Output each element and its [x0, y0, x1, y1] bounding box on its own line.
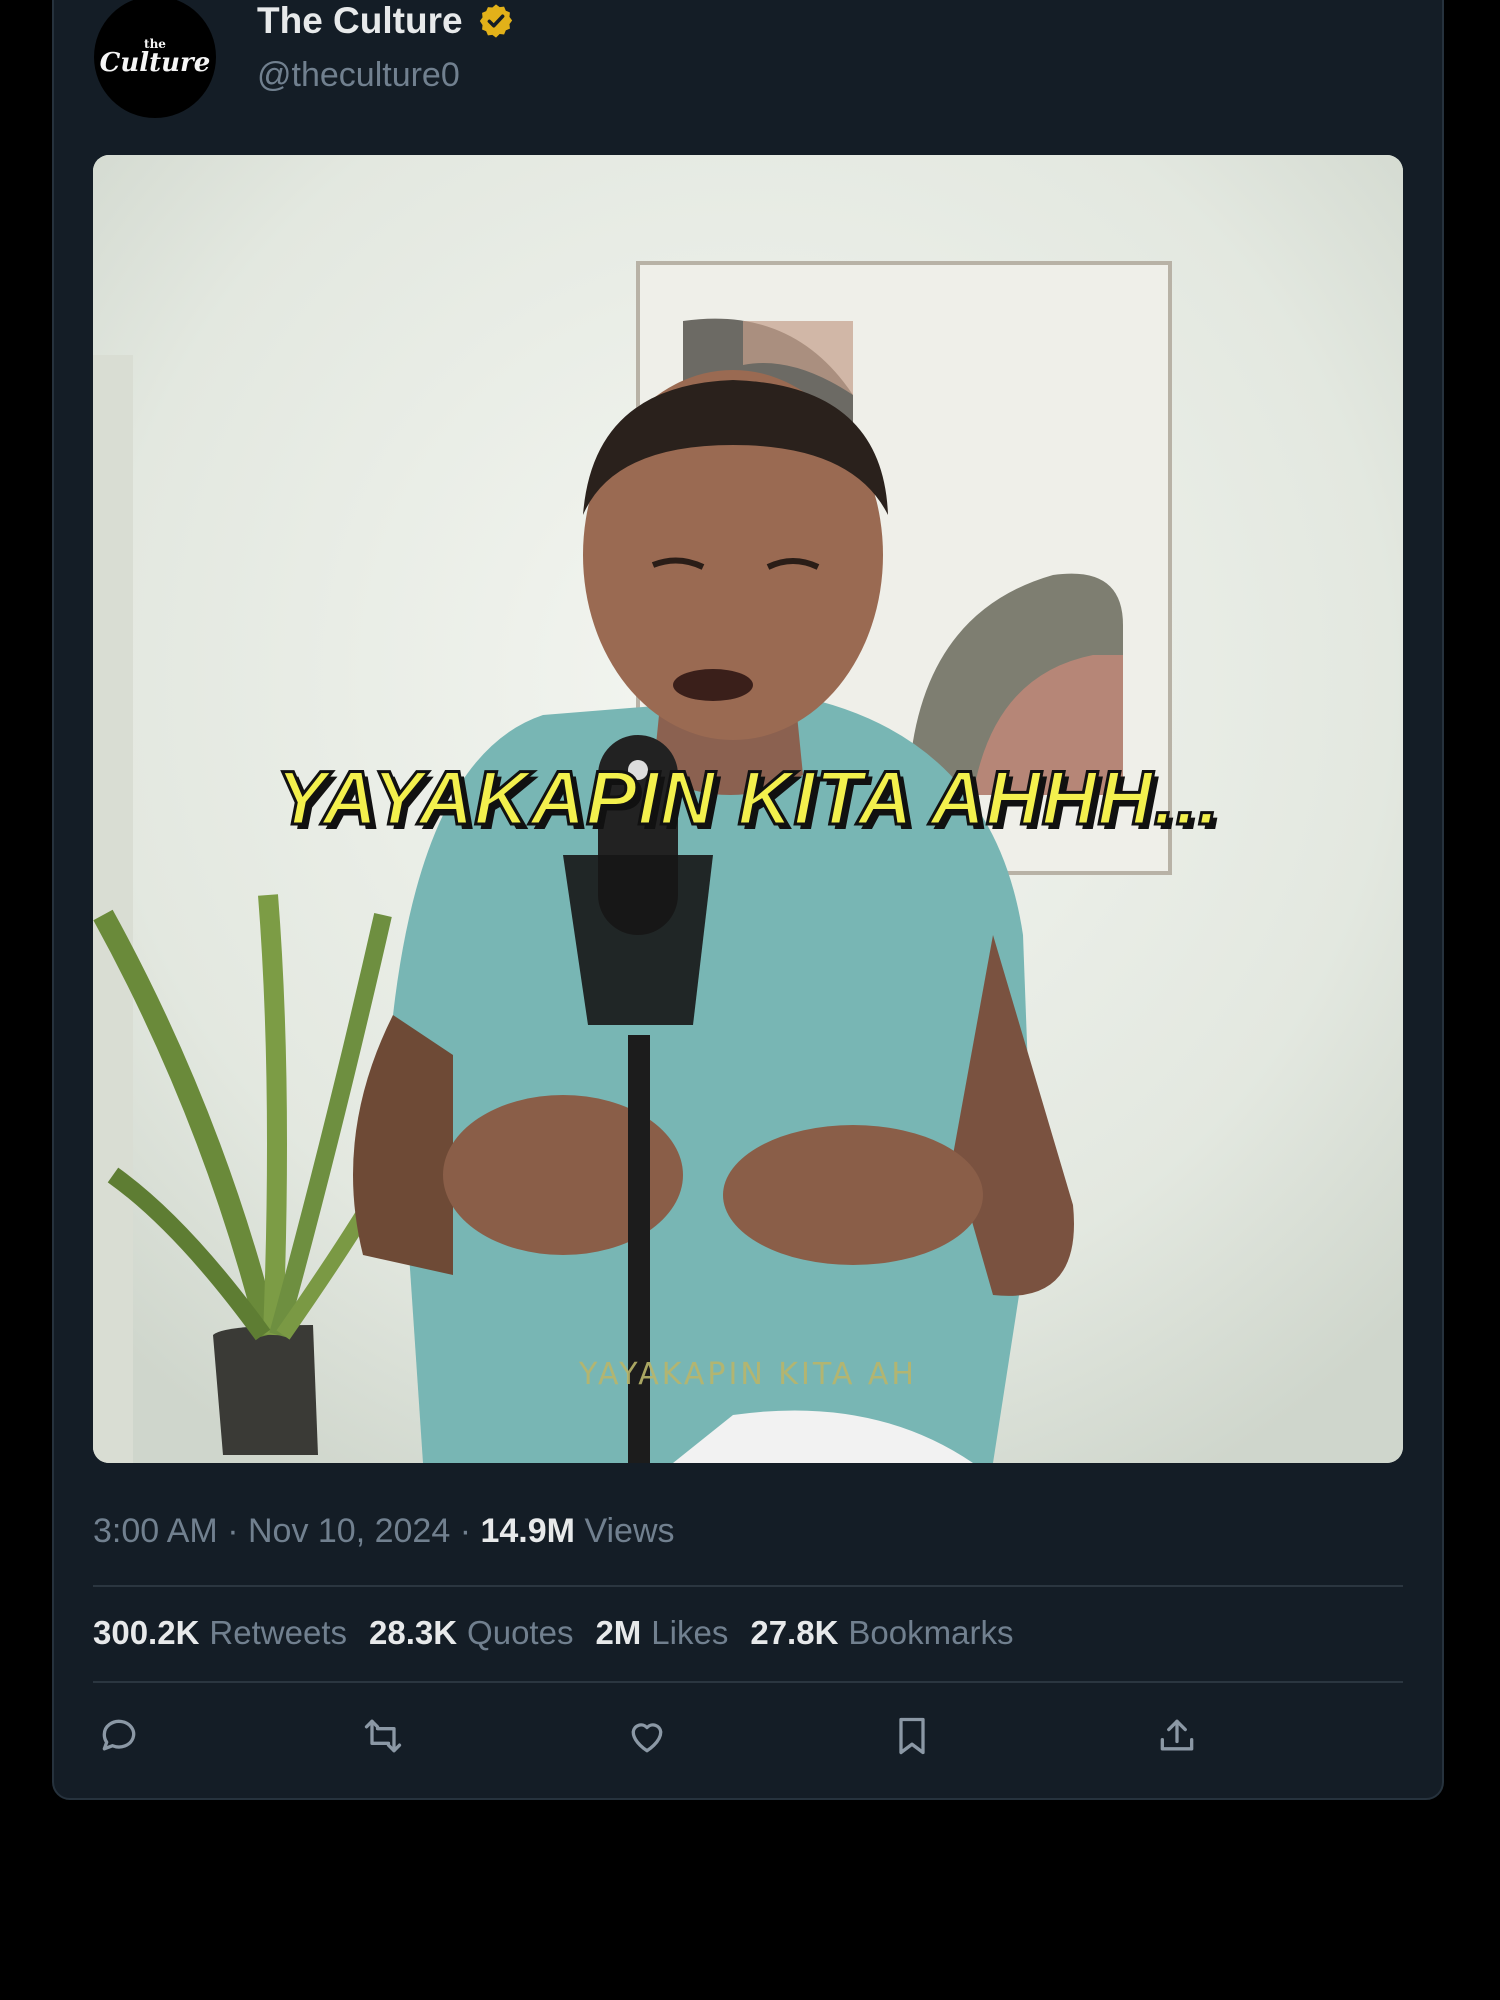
quotes-stat[interactable]: 28.3K Quotes [369, 1614, 573, 1652]
bookmarks-count: 27.8K [750, 1614, 839, 1651]
share-icon [1160, 1719, 1194, 1751]
retweets-count: 300.2K [93, 1614, 200, 1651]
author-display-name[interactable]: The Culture [257, 0, 515, 42]
tweet-stats: 300.2K Retweets 28.3K Quotes 2M Likes 27.8K… [93, 1614, 1013, 1652]
video-caption-sub: YAYAKAPIN KITA AH [579, 1357, 917, 1392]
retweets-label: Retweets [209, 1614, 347, 1651]
tweet-time[interactable]: 3:00 AM [93, 1512, 218, 1550]
divider [93, 1681, 1403, 1683]
quotes-count: 28.3K [368, 1614, 458, 1651]
like-button[interactable] [623, 1712, 671, 1760]
verified-badge-icon [479, 4, 512, 38]
likes-label: Likes [651, 1614, 729, 1651]
author-handle[interactable]: @theculture0 [257, 56, 460, 95]
retweets-stat[interactable]: 300.2K Retweets [93, 1614, 347, 1652]
reply-button[interactable] [95, 1712, 143, 1760]
likes-count: 2M [595, 1614, 642, 1651]
display-name-text: The Culture [257, 0, 463, 41]
divider [93, 1585, 1403, 1587]
quotes-label: Quotes [467, 1614, 574, 1651]
likes-stat[interactable]: 2M Likes [595, 1614, 728, 1652]
avatar[interactable]: the Culture [94, 0, 216, 118]
bookmarks-stat[interactable]: 27.8K Bookmarks [750, 1614, 1013, 1652]
views-count: 14.9M [480, 1512, 575, 1550]
bookmark-icon [899, 1717, 925, 1755]
meta-separator: · [459, 1512, 472, 1550]
share-button[interactable] [1153, 1712, 1201, 1760]
tweet-actions [93, 1712, 1403, 1762]
meta-separator: · [227, 1512, 239, 1550]
tweet-meta: 3:00 AM · Nov 10, 2024 · 14.9M Views [93, 1512, 675, 1551]
bookmarks-label: Bookmarks [848, 1614, 1014, 1651]
views-label: Views [584, 1512, 675, 1550]
like-icon [631, 1723, 663, 1753]
video-caption-main: YAYAKAPIN KITA AHHH... [275, 755, 1221, 843]
bookmark-button[interactable] [888, 1712, 936, 1760]
tweet-date[interactable]: Nov 10, 2024 [248, 1512, 450, 1550]
avatar-logo: the Culture [99, 37, 211, 78]
reply-icon [102, 1719, 136, 1751]
retweet-icon [364, 1719, 402, 1753]
tweet-video[interactable]: YAYAKAPIN KITA AHHH... YAYAKAPIN KITA AH [93, 155, 1403, 1463]
retweet-button[interactable] [359, 1712, 407, 1760]
